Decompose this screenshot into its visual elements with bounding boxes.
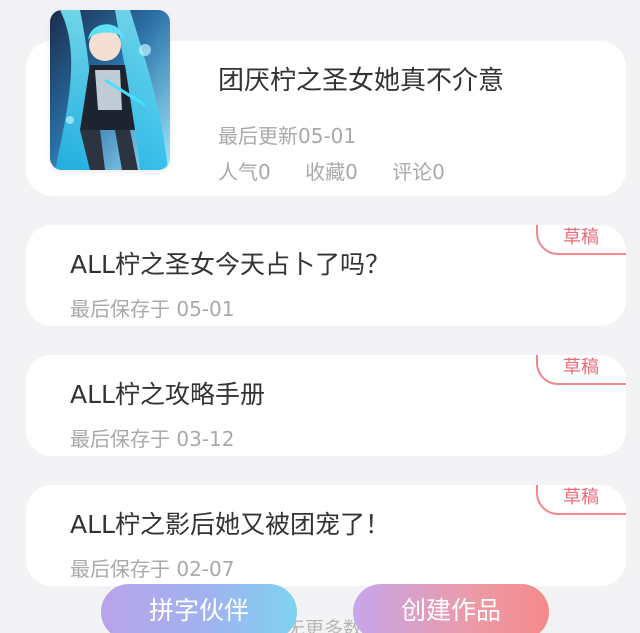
no-more-text: 无更多数 [286,618,363,633]
draft-badge: 草稿 [536,225,626,255]
draft-badge: 草稿 [536,355,626,385]
writing-partner-button[interactable]: 拼字伙伴 [101,584,297,633]
draft-title[interactable]: ALL柠之攻略手册 [70,375,265,411]
draft-card[interactable]: 草稿 ALL柠之影后她又被团宠了！ 最后保存于 02-07 [26,485,626,586]
draft-saved-date: 最后保存于 02-07 [70,557,235,581]
draft-card[interactable]: 草稿 ALL柠之攻略手册 最后保存于 03-12 [26,355,626,456]
draft-title[interactable]: ALL柠之影后她又被团宠了！ [70,505,390,541]
popularity-count: 人气0 [218,160,271,184]
draft-card[interactable]: 草稿 ALL柠之圣女今天占卜了吗？ 最后保存于 05-01 [26,225,626,326]
work-stats: 人气0 收藏0 评论0 [218,156,473,185]
work-updated-date: 最后更新05-01 [218,124,357,148]
draft-saved-date: 最后保存于 05-01 [70,297,235,321]
work-title[interactable]: 团厌柠之圣女她真不介意 [218,60,504,97]
comments-count: 评论0 [392,160,445,184]
draft-title[interactable]: ALL柠之圣女今天占卜了吗？ [70,245,390,281]
draft-badge: 草稿 [536,485,626,515]
favorites-count: 收藏0 [305,160,358,184]
works-page: 团厌柠之圣女她真不介意 最后更新05-01 人气0 收藏0 评论0 草稿 ALL… [0,0,640,633]
cover-illustration-icon [50,10,170,170]
create-work-button[interactable]: 创建作品 [353,584,549,633]
work-cover-image[interactable] [50,10,170,170]
draft-saved-date: 最后保存于 03-12 [70,427,235,451]
